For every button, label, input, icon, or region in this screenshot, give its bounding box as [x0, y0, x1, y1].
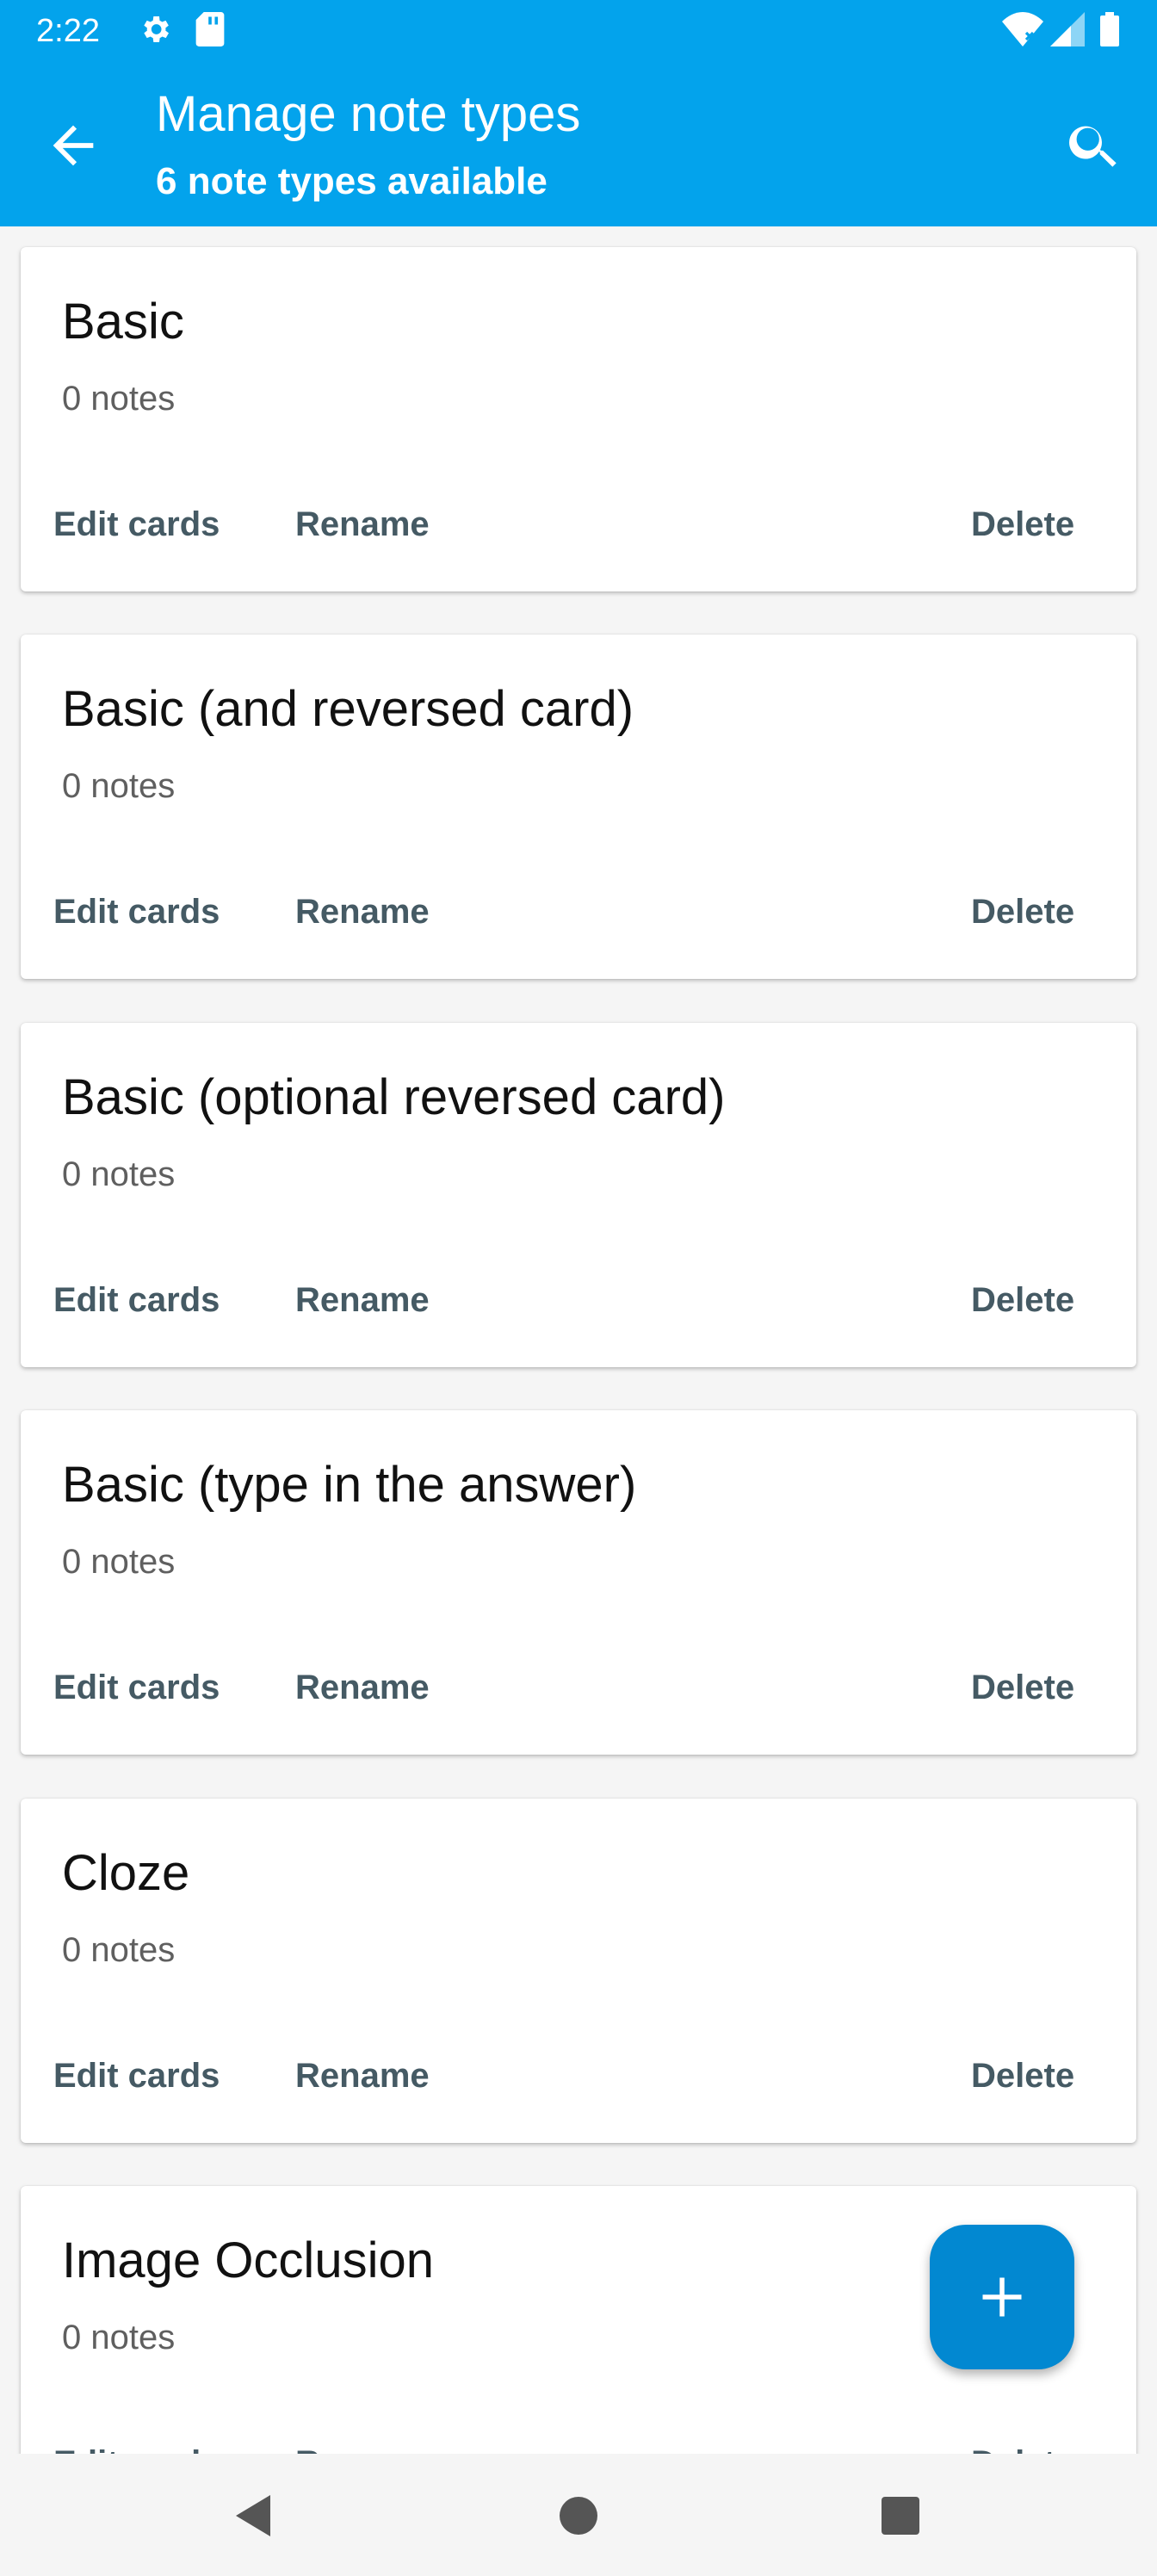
note-type-card: Basic (type in the answer) 0 notes Edit … [21, 1410, 1136, 1755]
back-triangle-icon[interactable] [219, 2481, 288, 2550]
note-type-name: Cloze [62, 1845, 190, 1901]
status-bar: 2:22 [0, 0, 1157, 62]
delete-button[interactable]: Delete [971, 502, 1074, 547]
note-count: 0 notes [62, 1155, 176, 1193]
delete-button[interactable]: Delete [971, 1665, 1074, 1710]
delete-button[interactable]: Delete [971, 2441, 1074, 2454]
note-type-card: Basic 0 notes Edit cards Rename Delete [21, 247, 1136, 591]
recents-square-icon[interactable] [866, 2481, 935, 2550]
signal-icon [1050, 12, 1085, 51]
note-type-name: Basic [62, 294, 184, 350]
navigation-bar [0, 2454, 1157, 2576]
delete-button[interactable]: Delete [971, 889, 1074, 934]
note-type-name: Basic (type in the answer) [62, 1457, 637, 1513]
edit-cards-button[interactable]: Edit cards [53, 2441, 220, 2454]
edit-cards-button[interactable]: Edit cards [53, 889, 220, 934]
note-count: 0 notes [62, 2319, 176, 2356]
note-type-name: Image Occlusion [62, 2232, 434, 2288]
delete-button[interactable]: Delete [971, 1278, 1074, 1322]
note-type-card: Cloze 0 notes Edit cards Rename Delete [21, 1799, 1136, 2143]
rename-button[interactable]: Rename [295, 1665, 430, 1710]
wifi-icon [1002, 12, 1043, 51]
arrow-back-icon[interactable] [43, 115, 103, 176]
note-type-name: Basic (optional reversed card) [62, 1069, 726, 1125]
edit-cards-button[interactable]: Edit cards [53, 1278, 220, 1322]
rename-button[interactable]: Rename [295, 2441, 430, 2454]
sd-card-icon [195, 12, 226, 51]
edit-cards-button[interactable]: Edit cards [53, 1665, 220, 1710]
note-type-card: Basic (and reversed card) 0 notes Edit c… [21, 635, 1136, 979]
battery-icon [1100, 12, 1119, 51]
note-type-list[interactable]: Basic 0 notes Edit cards Rename Delete B… [0, 226, 1157, 2454]
page-title: Manage note types [156, 86, 581, 142]
edit-cards-button[interactable]: Edit cards [53, 2053, 220, 2098]
app-bar: 2:22 Manage note types 6 note types avai… [0, 0, 1157, 226]
status-time: 2:22 [36, 13, 100, 49]
add-icon [982, 2277, 1022, 2317]
note-count: 0 notes [62, 1543, 176, 1581]
add-note-type-button[interactable] [930, 2225, 1074, 2369]
home-circle-icon[interactable] [544, 2481, 613, 2550]
rename-button[interactable]: Rename [295, 2053, 430, 2098]
delete-button[interactable]: Delete [971, 2053, 1074, 2098]
note-count: 0 notes [62, 380, 176, 418]
rename-button[interactable]: Rename [295, 502, 430, 547]
note-type-card: Basic (optional reversed card) 0 notes E… [21, 1023, 1136, 1367]
edit-cards-button[interactable]: Edit cards [53, 502, 220, 547]
rename-button[interactable]: Rename [295, 1278, 430, 1322]
page-subtitle: 6 note types available [156, 160, 548, 202]
note-count: 0 notes [62, 767, 176, 805]
note-count: 0 notes [62, 1931, 176, 1969]
rename-button[interactable]: Rename [295, 889, 430, 934]
gear-icon [138, 12, 172, 51]
note-type-name: Basic (and reversed card) [62, 681, 634, 737]
search-icon[interactable] [1064, 115, 1124, 176]
